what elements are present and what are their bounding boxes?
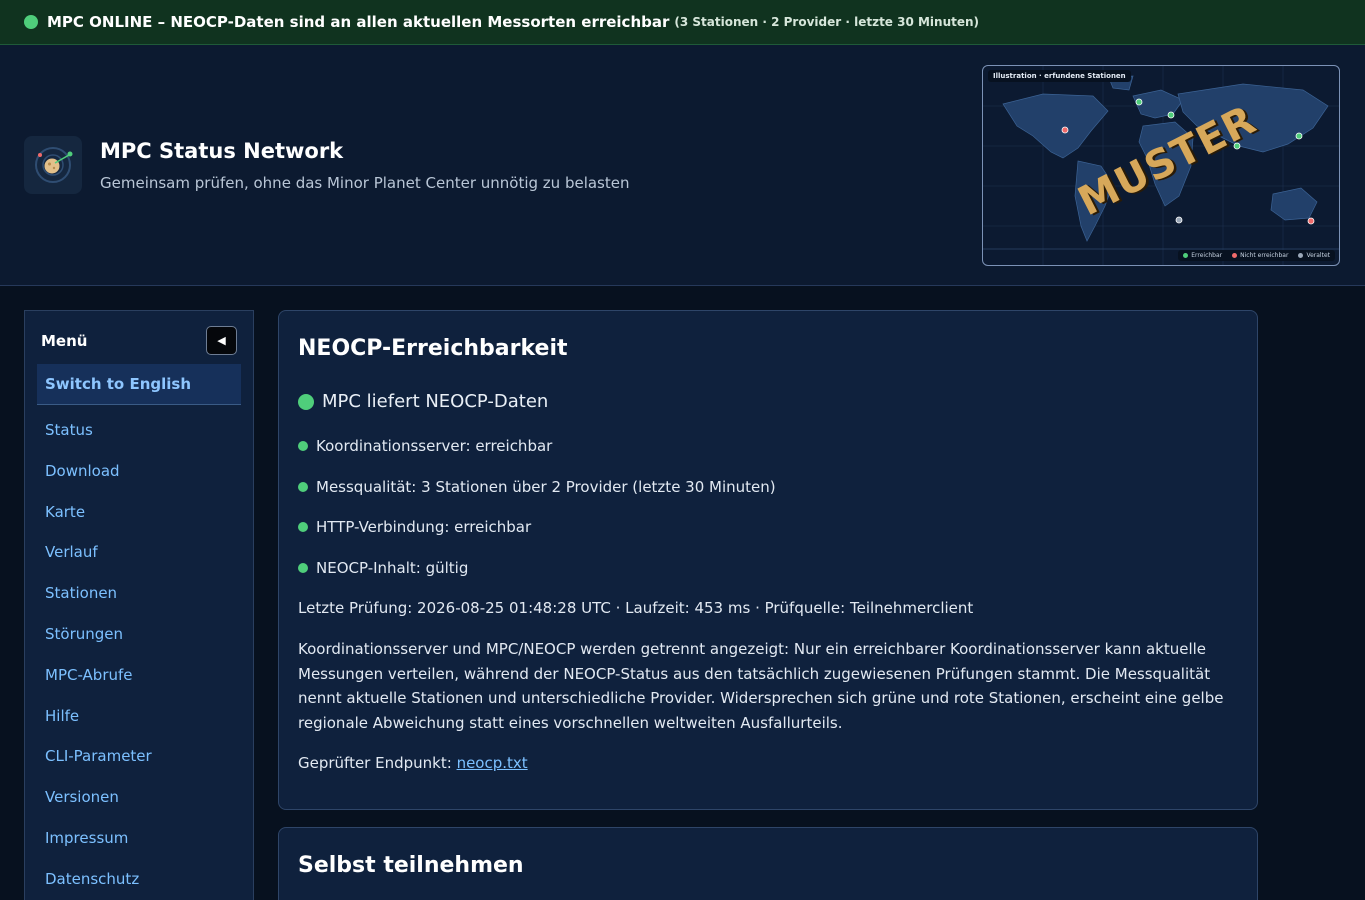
card-title: Selbst teilnehmen (298, 853, 524, 878)
neocp-status-card: NEOCP-Erreichbarkeit MPC liefert NEOCP-D… (278, 310, 1258, 810)
legend-dot (1232, 253, 1238, 258)
sidebar-nav: Status Download Karte Verlauf Stationen … (45, 421, 152, 900)
legend-label: Nicht erreichbar (1240, 252, 1289, 259)
last-check-info: Letzte Prüfung: 2026-08-25 01:48:28 UTC … (298, 599, 974, 617)
legend-item-reachable: Erreichbar (1183, 252, 1222, 259)
logo-icon (24, 136, 82, 194)
sidebar-item-download[interactable]: Download (45, 462, 152, 503)
sidebar-item-stationen[interactable]: Stationen (45, 584, 152, 625)
sidebar-item-hilfe[interactable]: Hilfe (45, 707, 152, 748)
banner-details: (3 Stationen · 2 Provider · letzte 30 Mi… (674, 15, 980, 29)
check-dot (298, 482, 308, 492)
check-dot (298, 441, 308, 451)
check-item: Messqualität: 3 Stationen über 2 Provide… (298, 478, 776, 496)
map-legend: Erreichbar Nicht erreichbar Veraltet (1178, 250, 1335, 261)
legend-item-unreachable: Nicht erreichbar (1232, 252, 1288, 259)
switch-language-button[interactable]: Switch to English (37, 364, 241, 405)
sidebar-item-karte[interactable]: Karte (45, 503, 152, 544)
legend-item-stale: Veraltet (1298, 252, 1330, 259)
sidebar-item-cli-parameter[interactable]: CLI-Parameter (45, 747, 152, 788)
sidebar-item-datenschutz[interactable]: Datenschutz (45, 870, 152, 900)
check-text: HTTP-Verbindung: erreichbar (316, 518, 532, 536)
check-text: NEOCP-Inhalt: gültig (316, 559, 469, 577)
site-subtitle: Gemeinsam prüfen, ohne das Minor Planet … (100, 174, 630, 192)
check-item: Koordinationsserver: erreichbar (298, 437, 552, 455)
legend-label: Erreichbar (1191, 252, 1223, 259)
site-header: MPC Status Network Gemeinsam prüfen, ohn… (0, 45, 1365, 286)
status-banner: MPC ONLINE – NEOCP-Daten sind an allen a… (0, 0, 1365, 45)
endpoint-line: Geprüfter Endpunkt: neocp.txt (298, 754, 528, 772)
explanation-text: Koordinationsserver und MPC/NEOCP werden… (298, 640, 1224, 733)
sidebar-item-impressum[interactable]: Impressum (45, 829, 152, 870)
sidebar-item-stoerungen[interactable]: Störungen (45, 625, 152, 666)
check-item: HTTP-Verbindung: erreichbar (298, 518, 531, 536)
sidebar-item-versionen[interactable]: Versionen (45, 788, 152, 829)
endpoint-label: Geprüfter Endpunkt: (298, 754, 452, 772)
banner-headline: MPC ONLINE – NEOCP-Daten sind an allen a… (47, 13, 670, 31)
legend-dot (1183, 253, 1189, 258)
legend-dot (1298, 253, 1304, 258)
neocp-status: MPC liefert NEOCP-Daten (298, 391, 548, 412)
menu-title: Menü (41, 332, 88, 350)
check-text: Koordinationsserver: erreichbar (316, 437, 553, 455)
site-title: MPC Status Network (100, 139, 344, 163)
check-dot (298, 563, 308, 573)
endpoint-link[interactable]: neocp.txt (457, 754, 528, 772)
check-dot (298, 522, 308, 532)
check-text: Messqualität: 3 Stationen über 2 Provide… (316, 478, 776, 496)
station-map: Illustration · erfundene Stationen MUSTE… (982, 65, 1340, 266)
legend-label: Veraltet (1306, 252, 1330, 259)
collapse-menu-button[interactable]: ◀ (206, 326, 237, 355)
sidebar-menu: Menü ◀ Switch to English Status Download… (24, 310, 254, 900)
sidebar-item-mpc-abrufe[interactable]: MPC-Abrufe (45, 666, 152, 707)
sidebar-item-status[interactable]: Status (45, 421, 152, 462)
status-dot (298, 393, 314, 410)
participate-card: Selbst teilnehmen (278, 827, 1258, 900)
status-text: MPC liefert NEOCP-Daten (322, 391, 549, 412)
map-caption: Illustration · erfundene Stationen (988, 70, 1131, 82)
online-status-dot (24, 15, 38, 29)
chevron-left-icon: ◀ (217, 334, 226, 347)
card-title: NEOCP-Erreichbarkeit (298, 336, 568, 361)
check-item: NEOCP-Inhalt: gültig (298, 559, 468, 577)
sidebar-item-verlauf[interactable]: Verlauf (45, 543, 152, 584)
